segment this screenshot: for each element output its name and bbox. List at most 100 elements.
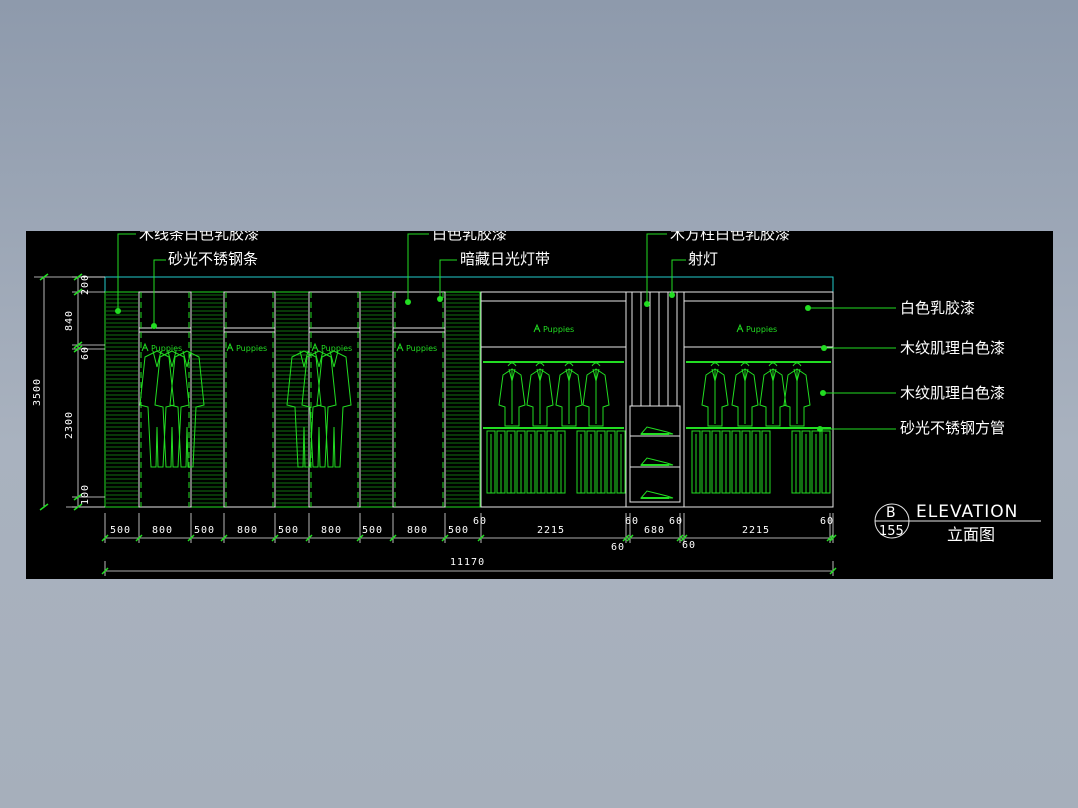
callout-right-wood-grain-1: 木纹肌理白色漆: [900, 339, 1005, 357]
jacket: [582, 368, 610, 427]
wood-slat-boards: [104, 291, 481, 508]
brand-mark: [141, 342, 149, 352]
callout-right-steel-tube: 砂光不锈钢方管: [900, 419, 1005, 437]
callout-wood-trim-white-latex: 木线条白色乳胶漆: [139, 231, 259, 243]
brand-logo-0: Puppies: [151, 344, 182, 353]
dim-left-60: 60: [80, 346, 91, 360]
jacket: [701, 368, 729, 427]
hanger: [535, 362, 545, 367]
dim-b-0: 500: [110, 525, 131, 536]
dim-b-4: 500: [278, 525, 299, 536]
hanger: [792, 362, 802, 367]
brand-mark: [226, 342, 234, 352]
title-chinese: 立面图: [947, 525, 995, 544]
brand-mark: [311, 342, 319, 352]
center-column: [625, 291, 685, 508]
brand-logo-1: Puppies: [236, 344, 267, 353]
callout-right-wood-grain-2: 木纹肌理白色漆: [900, 384, 1005, 402]
jacket: [783, 368, 811, 427]
elevation-drawing: Puppies Puppies Puppies Puppies Puppies Puppi…: [32, 231, 1041, 576]
suit-figure-0: [154, 350, 190, 468]
opening-2: [308, 291, 361, 508]
dim-left-100: 100: [80, 484, 91, 505]
brand-logo-2: Puppies: [321, 344, 352, 353]
hanger: [710, 362, 720, 367]
hanger: [768, 362, 778, 367]
dim-b-7: 800: [407, 525, 428, 536]
center-column-slats: [631, 292, 678, 406]
dim-b-3: 800: [237, 525, 258, 536]
bubble-number: 155: [879, 524, 904, 539]
brand-mark: [736, 323, 744, 333]
dim-b-1: 800: [152, 525, 173, 536]
dim-b-2: 500: [194, 525, 215, 536]
dim-left-200: 200: [80, 274, 91, 295]
dim-sub-1: 60: [682, 540, 696, 551]
shoe-2: [639, 490, 674, 499]
suit-figure-1: [316, 350, 352, 468]
dim-b-5: 800: [321, 525, 342, 536]
leader-dot: [669, 292, 675, 298]
brand-mark: [533, 323, 541, 333]
leader-dot: [821, 345, 827, 351]
dim-b-14: 2215: [742, 525, 770, 536]
jacket: [731, 368, 759, 427]
opening-3: [392, 291, 446, 508]
dim-sub-0: 60: [611, 542, 625, 553]
cornice-band: [104, 276, 834, 293]
dim-b-6: 500: [362, 525, 383, 536]
hanger: [591, 362, 601, 367]
suit-figure-1: [301, 350, 337, 468]
suit-figure-0: [169, 350, 205, 468]
brand-logo-4: Puppies: [543, 325, 574, 334]
dim-left-2300: 2300: [64, 411, 75, 439]
jacket: [526, 368, 554, 427]
leader-dot: [820, 390, 826, 396]
shoe-1: [639, 457, 674, 466]
leader-dot: [805, 305, 811, 311]
leader-dot: [115, 308, 121, 314]
leader-dot: [405, 299, 411, 305]
leader-dot: [817, 426, 823, 432]
dim-b-15: 60: [820, 516, 834, 527]
dim-b-13: 60: [669, 516, 683, 527]
suit-figure-0: [139, 350, 175, 468]
leader-dot: [151, 323, 157, 329]
hanger: [564, 362, 574, 367]
dim-left-840: 840: [64, 310, 75, 331]
leader-dot: [644, 301, 650, 307]
shoe-shelf: [629, 405, 681, 503]
title-english: ELEVATION: [916, 502, 1018, 522]
leader-line: [153, 259, 166, 326]
dim-b-8: 500: [448, 525, 469, 536]
callout-right-white-latex: 白色乳胶漆: [900, 299, 975, 317]
shoes: [639, 426, 674, 499]
jacket: [555, 368, 583, 427]
dim-b-10: 2215: [537, 525, 565, 536]
callout-spotlight: 射灯: [688, 250, 718, 268]
jacket: [759, 368, 787, 427]
opening-1: [223, 291, 276, 508]
leader-line: [117, 233, 136, 311]
mannequin-suits: [139, 350, 352, 468]
callout-hidden-light-strip: 暗藏日光灯带: [460, 250, 550, 268]
callout-sanded-steel-strip: 砂光不锈钢条: [168, 250, 258, 268]
opening-0: [138, 291, 192, 508]
dim-b-9: 60: [473, 516, 487, 527]
hanger: [507, 362, 517, 367]
jacket: [498, 368, 526, 427]
left-dimension-chain: [34, 273, 105, 511]
shoe-0: [639, 426, 674, 435]
hanger: [740, 362, 750, 367]
brand-logo-3: Puppies: [406, 344, 437, 353]
brand-mark: [396, 342, 404, 352]
dim-total-height: 3500: [32, 378, 43, 406]
dim-total-width: 11170: [450, 557, 485, 568]
dim-b-11: 60: [625, 516, 639, 527]
bubble-letter: B: [886, 505, 896, 521]
callout-white-latex-top: 白色乳胶漆: [432, 231, 507, 243]
dim-b-12: 680: [644, 525, 665, 536]
cad-drawing-canvas: Puppies Puppies Puppies Puppies Puppies Puppi…: [26, 231, 1053, 579]
leader-dot: [437, 296, 443, 302]
brand-logo-5: Puppies: [746, 325, 777, 334]
